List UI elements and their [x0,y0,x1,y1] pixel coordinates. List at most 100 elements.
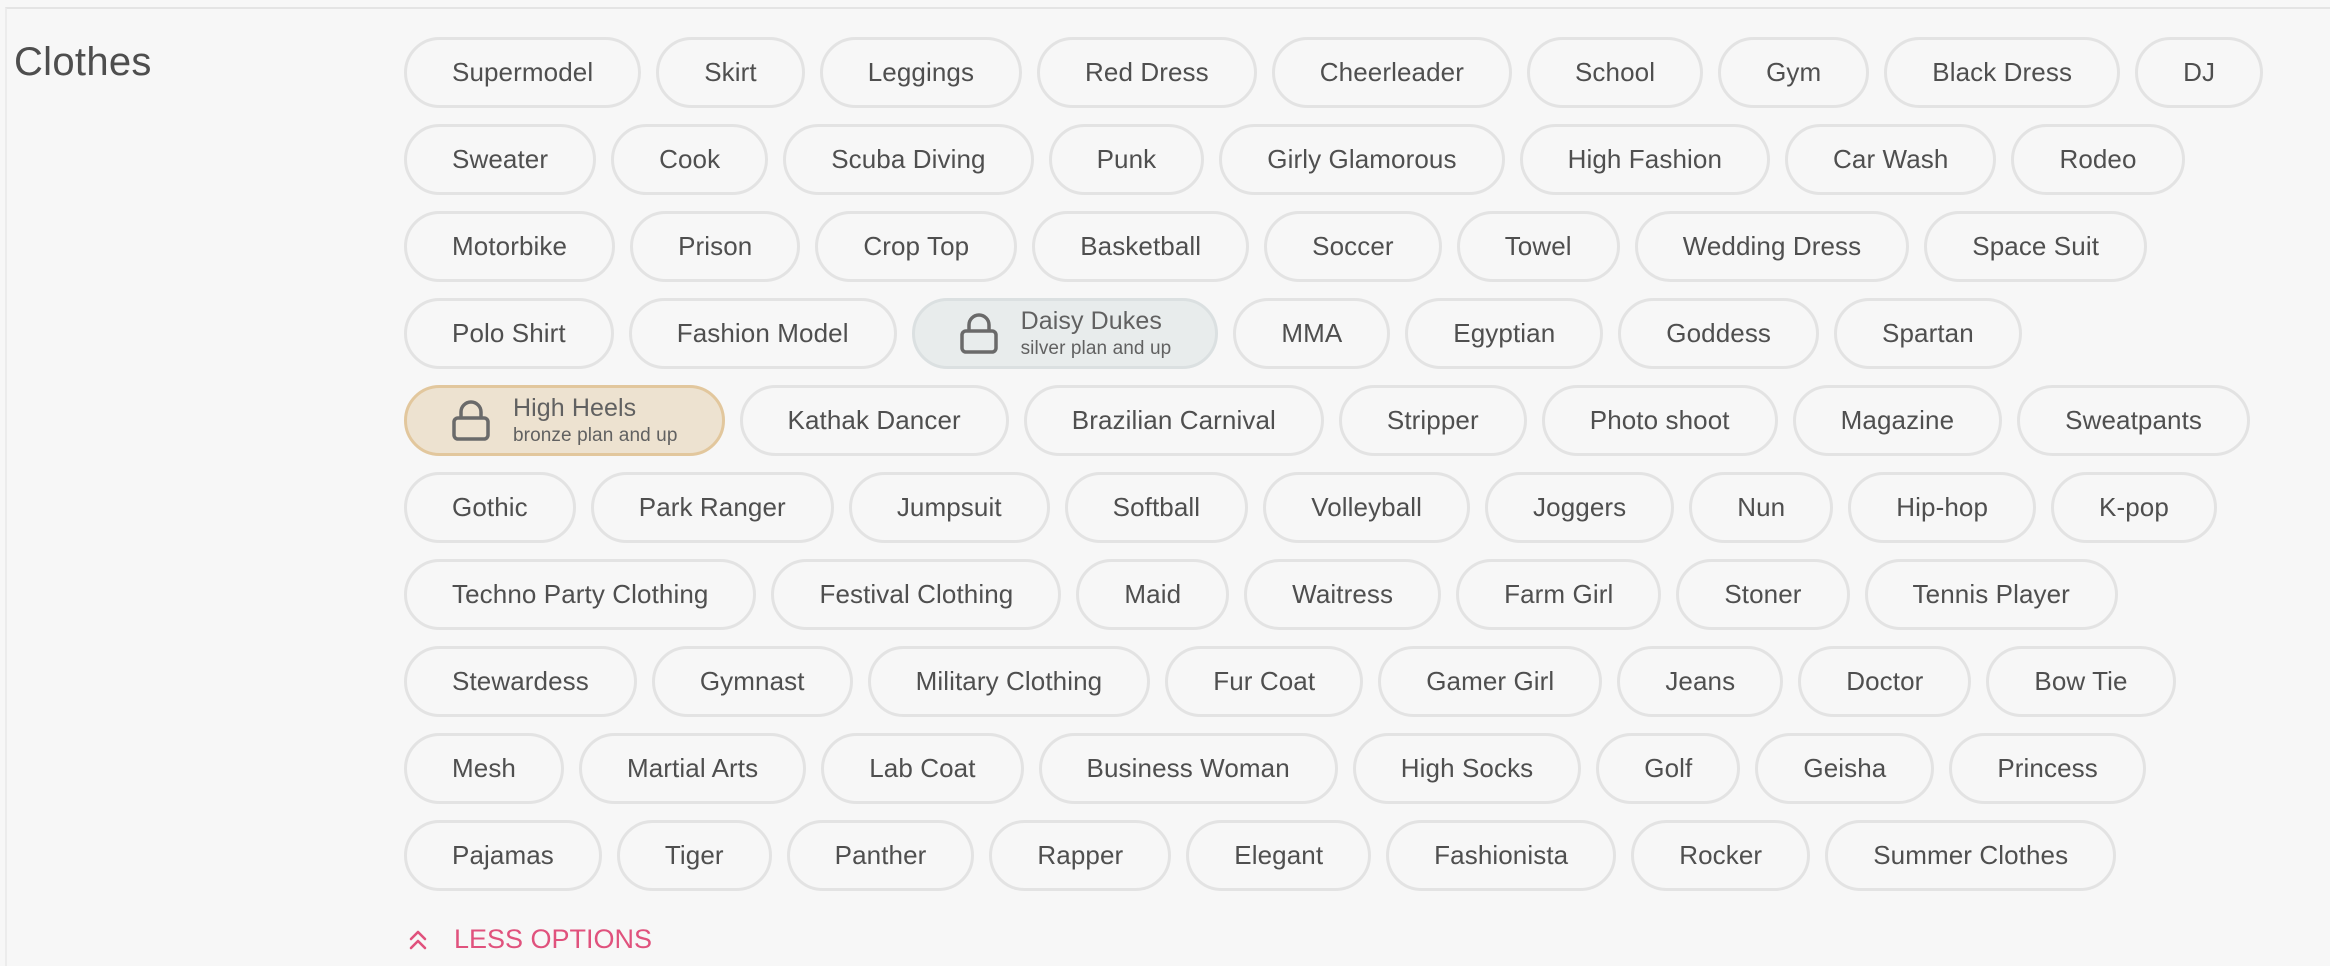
option-stewardess[interactable]: Stewardess [404,646,637,717]
option-magazine[interactable]: Magazine [1792,385,2003,456]
option-fur-coat[interactable]: Fur Coat [1165,646,1364,717]
option-softball[interactable]: Softball [1064,472,1249,543]
option-military-clothing[interactable]: Military Clothing [867,646,1151,717]
less-options-button[interactable]: LESS OPTIONS [408,924,652,955]
option-doctor[interactable]: Doctor [1798,646,1972,717]
less-options-label: LESS OPTIONS [454,924,653,954]
option-motorbike[interactable]: Motorbike [404,211,616,282]
option-joggers[interactable]: Joggers [1485,472,1675,543]
option-girly-glamorous[interactable]: Girly Glamorous [1219,124,1505,195]
option-bow-tie[interactable]: Bow Tie [1986,646,2176,717]
option-maid[interactable]: Maid [1076,559,1230,630]
option-fashionista[interactable]: Fashionista [1386,820,1617,891]
option-rapper[interactable]: Rapper [989,820,1172,891]
option-supermodel[interactable]: Supermodel [404,37,642,108]
option-princess[interactable]: Princess [1949,733,2146,804]
option-polo-shirt[interactable]: Polo Shirt [404,298,614,369]
option-gym[interactable]: Gym [1718,37,1870,108]
option-label: Golf [1644,753,1693,783]
option-goddess[interactable]: Goddess [1618,298,1820,369]
option-red-dress[interactable]: Red Dress [1037,37,1257,108]
option-basketball[interactable]: Basketball [1032,211,1250,282]
option-geisha[interactable]: Geisha [1755,733,1935,804]
option-photo-shoot[interactable]: Photo shoot [1541,385,1778,456]
option-black-dress[interactable]: Black Dress [1884,37,2121,108]
option-dj[interactable]: DJ [2135,37,2264,108]
option-high-socks[interactable]: High Socks [1352,733,1582,804]
option-school[interactable]: School [1526,37,1704,108]
option-rocker[interactable]: Rocker [1631,820,1811,891]
option-label: Gym [1766,57,1822,87]
option-park-ranger[interactable]: Park Ranger [590,472,834,543]
option-business-woman[interactable]: Business Woman [1038,733,1338,804]
option-summer-clothes[interactable]: Summer Clothes [1825,820,2117,891]
option-mesh[interactable]: Mesh [404,733,564,804]
option-pajamas[interactable]: Pajamas [404,820,602,891]
option-label: Farm Girl [1504,579,1614,609]
option-lab-coat[interactable]: Lab Coat [821,733,1024,804]
option-car-wash[interactable]: Car Wash [1785,124,1997,195]
option-festival-clothing[interactable]: Festival Clothing [771,559,1062,630]
option-gothic[interactable]: Gothic [404,472,576,543]
option-soccer[interactable]: Soccer [1264,211,1442,282]
option-prison[interactable]: Prison [630,211,801,282]
option-sweatpants[interactable]: Sweatpants [2017,385,2251,456]
option-gymnast[interactable]: Gymnast [651,646,853,717]
options-row: Techno Party Clothing Festival Clothing Ma… [404,559,2304,630]
option-golf[interactable]: Golf [1596,733,1741,804]
option-waitress[interactable]: Waitress [1244,559,1442,630]
option-k-pop[interactable]: K-pop [2051,472,2217,543]
option-gamer-girl[interactable]: Gamer Girl [1378,646,1603,717]
options-row: Sweater Cook Scuba Diving Punk Girly Glamoro… [404,124,2304,195]
option-egyptian[interactable]: Egyptian [1405,298,1604,369]
option-volleyball[interactable]: Volleyball [1263,472,1471,543]
option-jumpsuit[interactable]: Jumpsuit [848,472,1050,543]
option-brazilian-carnival[interactable]: Brazilian Carnival [1023,385,1324,456]
option-techno-party-clothing[interactable]: Techno Party Clothing [404,559,757,630]
option-mma[interactable]: MMA [1233,298,1391,369]
option-panther[interactable]: Panther [786,820,975,891]
option-crop-top[interactable]: Crop Top [815,211,1018,282]
option-tennis-player[interactable]: Tennis Player [1864,559,2118,630]
option-label: Techno Party Clothing [452,579,709,609]
option-sweater[interactable]: Sweater [404,124,597,195]
option-label: Photo shoot [1589,405,1730,435]
lock-icon [451,399,491,442]
option-label: Military Clothing [915,666,1103,696]
option-cook[interactable]: Cook [611,124,769,195]
option-cheerleader[interactable]: Cheerleader [1271,37,1512,108]
option-tiger[interactable]: Tiger [616,820,772,891]
option-nun[interactable]: Nun [1689,472,1834,543]
option-kathak-dancer[interactable]: Kathak Dancer [739,385,1009,456]
option-leggings[interactable]: Leggings [819,37,1023,108]
option-label: Space Suit [1972,231,2100,261]
option-high-heels[interactable]: High Heels bronze plan and up [404,385,725,456]
option-jeans[interactable]: Jeans [1617,646,1784,717]
option-stripper[interactable]: Stripper [1338,385,1527,456]
option-skirt[interactable]: Skirt [656,37,805,108]
option-farm-girl[interactable]: Farm Girl [1456,559,1662,630]
option-martial-arts[interactable]: Martial Arts [578,733,807,804]
option-rodeo[interactable]: Rodeo [2011,124,2185,195]
option-label: Rocker [1679,840,1763,870]
option-daisy-dukes[interactable]: Daisy Dukes silver plan and up [911,298,1219,369]
option-space-suit[interactable]: Space Suit [1924,211,2148,282]
option-towel[interactable]: Towel [1456,211,1620,282]
option-elegant[interactable]: Elegant [1186,820,1372,891]
option-label: Cheerleader [1319,57,1464,87]
option-high-fashion[interactable]: High Fashion [1519,124,1771,195]
option-label: Pajamas [452,840,554,870]
option-wedding-dress[interactable]: Wedding Dress [1634,211,1910,282]
option-label: School [1574,57,1656,87]
option-punk[interactable]: Punk [1048,124,1205,195]
option-label: Wedding Dress [1682,231,1862,261]
options-row: Supermodel Skirt Leggings Red Dress Cheerlea… [404,37,2304,108]
option-fashion-model[interactable]: Fashion Model [628,298,897,369]
option-label: Magazine [1840,405,1955,435]
option-scuba-diving[interactable]: Scuba Diving [783,124,1034,195]
option-stoner[interactable]: Stoner [1676,559,1850,630]
option-label: Volleyball [1311,492,1423,522]
option-hip-hop[interactable]: Hip-hop [1848,472,2037,543]
option-spartan[interactable]: Spartan [1834,298,2022,369]
option-label: Stripper [1386,405,1479,435]
